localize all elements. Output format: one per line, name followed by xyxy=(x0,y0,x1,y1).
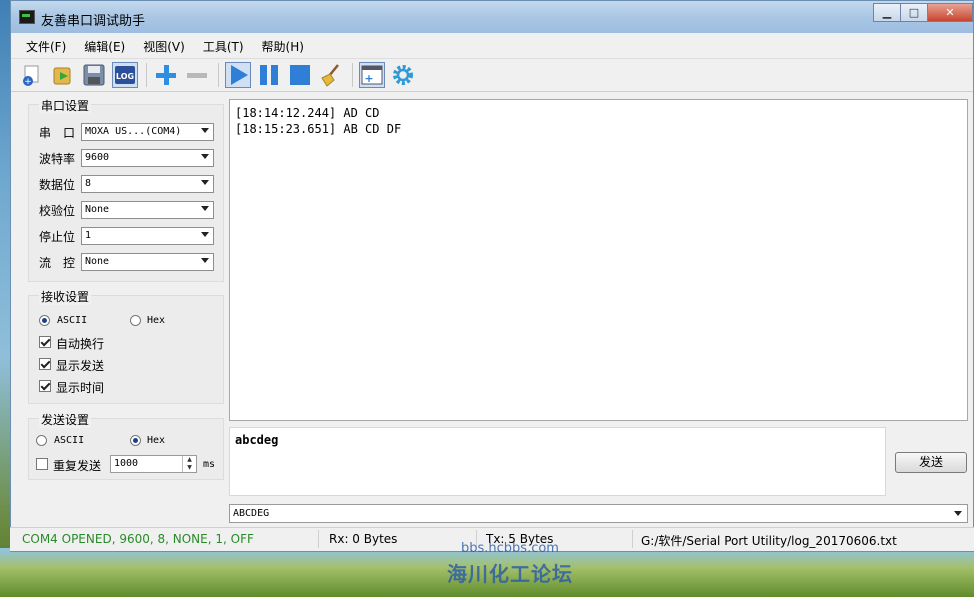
new-window-icon[interactable]: + xyxy=(359,62,385,88)
open-icon[interactable] xyxy=(50,62,76,88)
show-time-checkbox[interactable] xyxy=(39,380,51,392)
svg-text:+: + xyxy=(24,77,32,87)
send-hex-label: Hex xyxy=(147,435,166,446)
receive-hex-label: Hex xyxy=(147,315,166,326)
baud-value: 9600 xyxy=(85,152,110,163)
baud-select[interactable]: 9600 xyxy=(81,149,214,167)
serial-settings-group: 串口设置 串 口 MOXA US...(COM4) 波特率 9600 数据位 8… xyxy=(28,97,224,282)
stop-icon[interactable] xyxy=(287,62,313,88)
send-settings-title: 发送设置 xyxy=(39,411,92,428)
flow-label: 流 控 xyxy=(39,256,76,270)
receive-line: [18:14:12.244] AD CD xyxy=(235,106,380,120)
auto-wrap-checkbox[interactable] xyxy=(39,336,51,348)
port-value: MOXA US...(COM4) xyxy=(85,126,182,137)
stopbits-label: 停止位 xyxy=(39,230,76,244)
send-history-select[interactable]: ABCDEG xyxy=(229,504,968,523)
pause-icon[interactable] xyxy=(256,62,282,88)
flow-value: None xyxy=(85,256,110,267)
show-sent-checkbox[interactable] xyxy=(39,358,51,370)
maximize-button[interactable]: □ xyxy=(900,3,928,22)
show-time-label: 显示时间 xyxy=(56,381,105,395)
auto-wrap-label: 自动换行 xyxy=(56,337,105,351)
send-button[interactable]: 发送 xyxy=(895,452,967,473)
receive-ascii-radio[interactable] xyxy=(39,315,50,326)
databits-value: 8 xyxy=(85,178,92,189)
parity-value: None xyxy=(85,204,110,215)
forum-watermark: bbs.hcbbs.com 海川化工论坛 xyxy=(420,541,600,591)
close-button[interactable]: ✕ xyxy=(927,3,973,22)
title-bar: 友善串口调试助手 ▁ □ ✕ xyxy=(11,1,973,33)
connection-status: COM4 OPENED, 9600, 8, NONE, 1, OFF xyxy=(22,532,254,546)
send-textarea[interactable]: abcdeg xyxy=(229,427,886,496)
history-value: ABCDEG xyxy=(233,508,270,519)
menu-help[interactable]: 帮助(H) xyxy=(253,35,313,57)
receive-hex-radio[interactable] xyxy=(130,315,141,326)
remove-icon[interactable] xyxy=(184,62,210,88)
receive-ascii-label: ASCII xyxy=(57,315,88,326)
parity-select[interactable]: None xyxy=(81,201,214,219)
receive-line: [18:15:23.651] AB CD DF xyxy=(235,122,402,136)
show-sent-label: 显示发送 xyxy=(56,359,105,373)
serial-settings-title: 串口设置 xyxy=(39,97,92,114)
stopbits-select[interactable]: 1 xyxy=(81,227,214,245)
add-icon[interactable] xyxy=(153,62,179,88)
databits-select[interactable]: 8 xyxy=(81,175,214,193)
toolbar: + LOG + xyxy=(11,58,973,92)
svg-text:+: + xyxy=(364,72,373,85)
minimize-button[interactable]: ▁ xyxy=(873,3,901,22)
window-title: 友善串口调试助手 xyxy=(41,14,146,29)
spin-arrows-icon[interactable]: ▲ ▼ xyxy=(182,456,196,472)
receive-settings-group: 接收设置 ASCII Hex 自动换行 显示发送 显示时间 xyxy=(28,288,224,404)
interval-value: 1000 xyxy=(114,458,139,469)
flow-select[interactable]: None xyxy=(81,253,214,271)
port-select[interactable]: MOXA US...(COM4) xyxy=(81,123,214,141)
new-icon[interactable]: + xyxy=(19,62,45,88)
interval-spinbox[interactable]: 1000 ▲ ▼ xyxy=(110,455,197,473)
receive-settings-title: 接收设置 xyxy=(39,288,92,305)
interval-unit: ms xyxy=(203,459,216,470)
send-ascii-radio[interactable] xyxy=(36,435,47,446)
play-icon[interactable] xyxy=(225,62,251,88)
menu-file[interactable]: 文件(F) xyxy=(17,35,75,57)
databits-label: 数据位 xyxy=(39,178,76,192)
menu-tools[interactable]: 工具(T) xyxy=(194,35,253,57)
log-button[interactable]: LOG xyxy=(112,62,138,88)
repeat-send-label: 重复发送 xyxy=(53,459,102,473)
send-text: abcdeg xyxy=(235,433,279,447)
log-label: LOG xyxy=(116,72,134,81)
menu-edit[interactable]: 编辑(E) xyxy=(75,35,134,57)
send-settings-group: 发送设置 ASCII Hex 重复发送 1000 ▲ ▼ ms xyxy=(28,411,224,480)
menu-bar: 文件(F) 编辑(E) 视图(V) 工具(T) 帮助(H) xyxy=(11,35,973,57)
send-ascii-label: ASCII xyxy=(54,435,85,446)
parity-label: 校验位 xyxy=(39,204,76,218)
receive-area[interactable]: [18:14:12.244] AD CD [18:15:23.651] AB C… xyxy=(229,99,968,421)
send-hex-radio[interactable] xyxy=(130,435,141,446)
watermark-name: 海川化工论坛 xyxy=(447,562,573,586)
stopbits-value: 1 xyxy=(85,230,92,241)
gear-icon[interactable] xyxy=(390,62,416,88)
watermark-url: bbs.hcbbs.com xyxy=(461,541,559,556)
log-path: G:/软件/Serial Port Utility/log_20170606.t… xyxy=(641,534,897,548)
terminal-icon xyxy=(19,10,35,24)
baud-label: 波特率 xyxy=(39,152,76,166)
menu-view[interactable]: 视图(V) xyxy=(134,35,194,57)
repeat-send-checkbox[interactable] xyxy=(36,458,48,470)
rx-count: Rx: 0 Bytes xyxy=(329,532,398,546)
save-icon[interactable] xyxy=(81,62,107,88)
broom-icon[interactable] xyxy=(318,62,344,88)
port-label: 串 口 xyxy=(39,126,76,140)
